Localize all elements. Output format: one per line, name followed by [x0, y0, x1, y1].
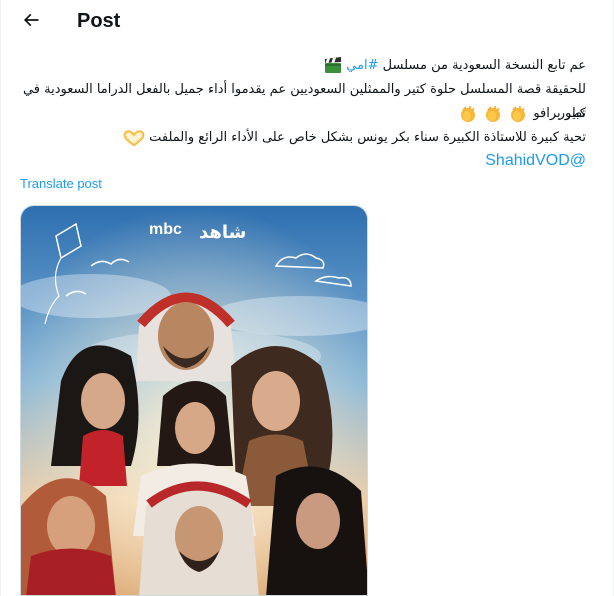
clapping-hands-icon: [458, 105, 529, 122]
post-text-line: عم تابع النسخة السعودية من مسلسل #امي: [21, 54, 586, 78]
hashtag-link[interactable]: #امي: [346, 58, 378, 73]
page-title: Post: [77, 10, 121, 32]
post-detail-view: Post عم تابع النسخة السعودية من مسلسل #ا…: [0, 0, 614, 596]
mbc-logo: mbc: [149, 221, 182, 238]
heart-hands-icon: [123, 129, 145, 146]
post-header: Post: [1, 0, 613, 44]
post-text-segment: تحية كبيرة للاستاذة الكبيرة سناء بكر يون…: [149, 130, 586, 145]
tv-series-poster-image: mbc شاهد: [21, 206, 367, 595]
post-text-line: @ShahidVOD: [21, 149, 586, 174]
translate-post-link[interactable]: Translate post: [20, 176, 102, 191]
post-text-segment: كبير برافو: [533, 106, 586, 121]
post-text-segment: عم تابع النسخة السعودية من مسلسل: [378, 58, 586, 73]
post-text-line: كبير برافو: [21, 102, 586, 126]
shahid-logo: شاهد: [199, 222, 246, 243]
back-button[interactable]: [15, 6, 47, 38]
mention-link[interactable]: @ShahidVOD: [485, 152, 586, 169]
post-text-line: تحية كبيرة للاستاذة الكبيرة سناء بكر يون…: [21, 126, 586, 150]
arrow-left-icon: [21, 10, 41, 34]
clapper-board-icon: [324, 57, 342, 74]
post-media-image[interactable]: mbc شاهد: [20, 205, 368, 596]
